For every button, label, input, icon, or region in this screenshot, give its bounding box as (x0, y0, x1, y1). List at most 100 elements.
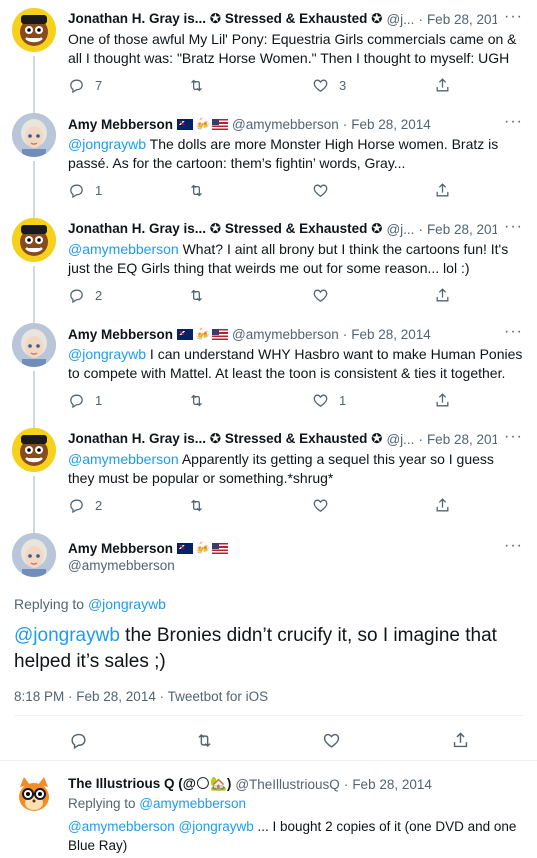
reply-button[interactable]: 1 (68, 182, 102, 199)
thread-line (33, 420, 35, 428)
divider (14, 715, 523, 716)
beer-icon: 🍻 (195, 541, 210, 555)
more-icon[interactable]: ··· (504, 8, 523, 26)
tweet-text: @amymebberson @jongraywb ... I bought 2 … (68, 817, 523, 855)
avatar-amy[interactable] (12, 113, 56, 157)
tweet-header: Jonathan H. Gray is... ✪ Stressed & Exha… (68, 220, 497, 238)
mention-link[interactable]: @jongraywb (14, 625, 120, 646)
like-button[interactable] (312, 182, 339, 199)
share-button[interactable] (434, 392, 451, 409)
user-handle[interactable]: @j... (386, 12, 414, 27)
separator: · (342, 326, 348, 342)
flag-us-icon (211, 542, 228, 554)
like-button[interactable]: 3 (312, 77, 346, 94)
avatar-jonathan[interactable] (12, 428, 56, 472)
replying-to: Replying to @amymebberson (68, 796, 246, 811)
display-name[interactable]: The Illustrious Q (@🌕🏡) (68, 776, 231, 792)
display-name[interactable]: Jonathan H. Gray is... ✪ Stressed & Exha… (68, 431, 382, 447)
user-handle[interactable]: @j... (386, 432, 414, 447)
like-icon (312, 77, 329, 94)
tweet-date[interactable]: Feb 28, 2014 (427, 12, 497, 27)
retweet-button[interactable] (188, 497, 215, 514)
avatar-jonathan[interactable] (12, 8, 56, 52)
retweet-icon (188, 77, 205, 94)
separator: · (418, 221, 423, 237)
like-button[interactable]: 1 (312, 392, 346, 409)
tweet-date[interactable]: Feb 28, 2014 (351, 327, 431, 342)
retweet-button[interactable] (188, 182, 215, 199)
tweet[interactable]: Jonathan H. Gray is... ✪ Stressed & Exha… (0, 0, 537, 105)
mention-link[interactable]: @amymebberson (68, 451, 179, 467)
replying-to-link[interactable]: @jongraywb (88, 596, 166, 612)
share-icon (434, 77, 451, 94)
reply-button[interactable]: 7 (68, 77, 102, 94)
separator: · (342, 116, 348, 132)
tweet-text: @amymebberson Apparently its getting a s… (68, 450, 523, 488)
share-button[interactable] (451, 731, 470, 750)
user-handle[interactable]: @amymebberson (68, 558, 175, 573)
tweet-date[interactable]: Feb 28, 2014 (427, 432, 497, 447)
like-button[interactable] (312, 497, 339, 514)
like-button[interactable] (312, 287, 339, 304)
display-name[interactable]: Jonathan H. Gray is... ✪ Stressed & Exha… (68, 11, 382, 27)
user-handle[interactable]: @j... (386, 222, 414, 237)
tweet[interactable]: Jonathan H. Gray is... ✪ Stressed & Exha… (0, 420, 537, 525)
share-button[interactable] (434, 287, 451, 304)
reply-icon (68, 392, 85, 409)
name-emoji: 🍻 (177, 542, 228, 554)
share-button[interactable] (434, 182, 451, 199)
reply-count: 2 (95, 288, 103, 303)
avatar-amy[interactable] (12, 533, 56, 577)
tweet[interactable]: The Illustrious Q (@🌕🏡) @TheIllustriousQ… (0, 761, 537, 858)
thread-line (33, 161, 35, 210)
mention-link[interactable]: @jongraywb (68, 136, 146, 152)
retweet-button[interactable] (188, 77, 215, 94)
reply-button[interactable]: 2 (68, 497, 102, 514)
share-button[interactable] (434, 497, 451, 514)
tweet[interactable]: Amy Mebberson 🍻 @amymebberson · Feb 28, … (0, 315, 537, 420)
tweet-date[interactable]: Feb 28, 2014 (351, 117, 431, 132)
retweet-button[interactable] (188, 392, 215, 409)
tweet[interactable]: Jonathan H. Gray is... ✪ Stressed & Exha… (0, 210, 537, 315)
more-icon[interactable]: ··· (504, 218, 523, 236)
more-icon[interactable]: ··· (504, 113, 523, 131)
tweet-meta[interactable]: 8:18 PM · Feb 28, 2014 · Tweetbot for iO… (14, 689, 268, 704)
display-name[interactable]: Amy Mebberson (68, 541, 173, 556)
display-name[interactable]: Amy Mebberson (68, 117, 173, 132)
retweet-button[interactable] (195, 731, 214, 750)
flag-us-icon (211, 328, 228, 340)
display-name[interactable]: Amy Mebberson (68, 327, 173, 342)
more-icon[interactable]: ··· (504, 428, 523, 446)
display-name[interactable]: Jonathan H. Gray is... ✪ Stressed & Exha… (68, 221, 382, 237)
reply-icon (69, 731, 88, 750)
like-icon (312, 497, 329, 514)
mention-link[interactable]: @amymebberson (68, 241, 179, 257)
reply-button[interactable]: 2 (68, 287, 102, 304)
replying-to-link[interactable]: @amymebberson (139, 796, 246, 811)
display-name-text: The Illustrious Q (@ (68, 776, 196, 791)
share-icon (434, 497, 451, 514)
mention-link[interactable]: @jongraywb (179, 819, 254, 834)
replying-label: Replying to (14, 596, 88, 612)
avatar-jonathan[interactable] (12, 218, 56, 262)
user-handle[interactable]: @TheIllustriousQ (235, 777, 340, 792)
more-icon[interactable]: ··· (504, 323, 523, 341)
separator: · (418, 11, 423, 27)
tweet-header: Amy Mebberson 🍻 @amymebberson · Feb 28, … (68, 325, 497, 343)
user-handle[interactable]: @amymebberson (232, 117, 339, 132)
like-button[interactable] (322, 731, 341, 750)
avatar-amy[interactable] (12, 323, 56, 367)
more-icon[interactable]: ··· (504, 537, 523, 555)
tweet-date[interactable]: Feb 28, 2014 (427, 222, 497, 237)
user-handle[interactable]: @amymebberson (232, 327, 339, 342)
avatar-illustrious-q[interactable] (12, 773, 56, 817)
reply-button[interactable] (69, 731, 88, 750)
tweet-date[interactable]: Feb 28, 2014 (352, 777, 432, 792)
tweet[interactable]: Amy Mebberson 🍻 @amymebberson · Feb 28, … (0, 105, 537, 210)
mention-link[interactable]: @jongraywb (68, 346, 146, 362)
reply-button[interactable]: 1 (68, 392, 102, 409)
mention-link[interactable]: @amymebberson (68, 819, 175, 834)
share-button[interactable] (434, 77, 451, 94)
thread-line (33, 525, 35, 533)
retweet-button[interactable] (188, 287, 215, 304)
